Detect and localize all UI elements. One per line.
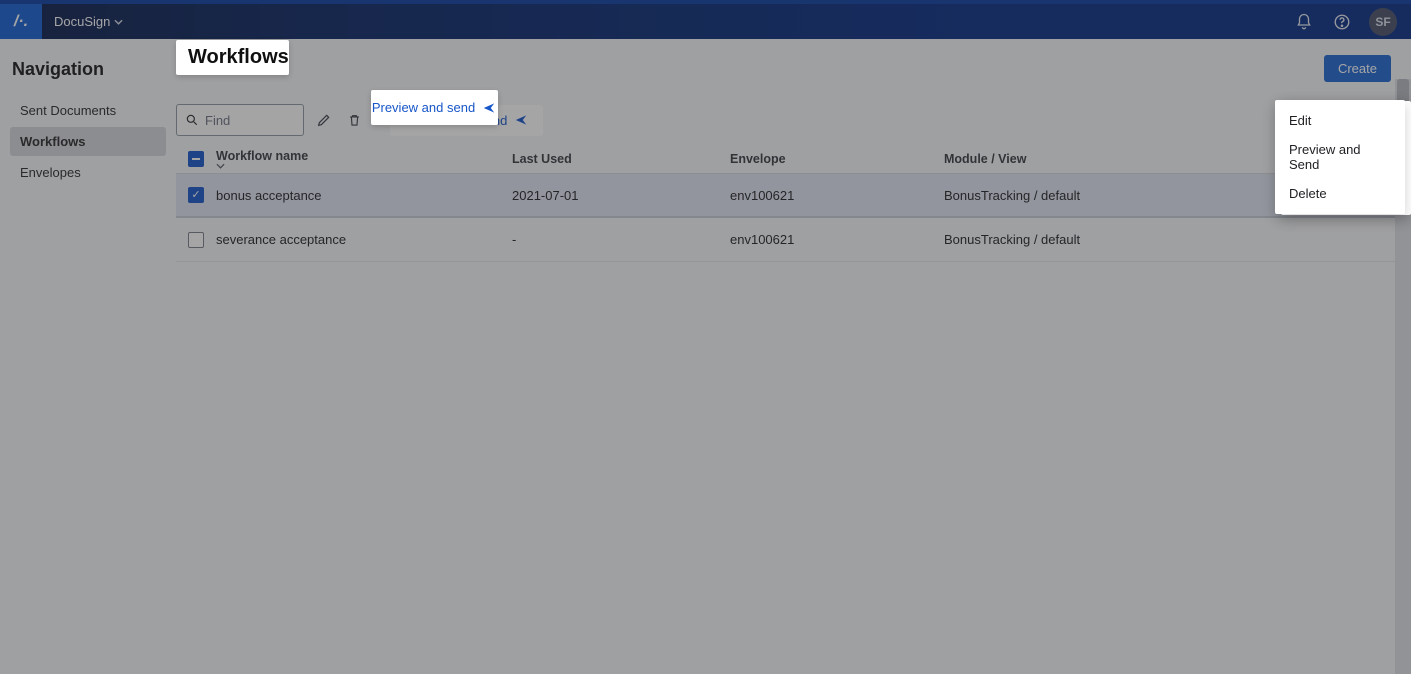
top-bar: /·. DocuSign SF xyxy=(0,0,1411,39)
bell-icon[interactable] xyxy=(1293,11,1315,33)
col-label: Module / View xyxy=(944,152,1026,166)
sidebar-title: Navigation xyxy=(12,59,164,80)
sidebar: Navigation Sent Documents Workflows Enve… xyxy=(0,39,176,674)
app-name: DocuSign xyxy=(54,14,110,29)
cell-module-view: BonusTracking / default xyxy=(944,188,1304,203)
ctx-label: Delete xyxy=(1289,186,1327,201)
app-logo[interactable]: /·. xyxy=(0,4,42,39)
content-area: Workflows Create Preview and send xyxy=(176,39,1411,674)
search-box[interactable] xyxy=(176,104,304,136)
chevron-down-icon xyxy=(216,163,512,169)
ctx-label: Edit xyxy=(1289,113,1311,128)
preview-send-highlight-text: Preview and send xyxy=(372,100,475,115)
body: Navigation Sent Documents Workflows Enve… xyxy=(0,39,1411,674)
ctx-label: Preview and Send xyxy=(1289,142,1361,172)
cell-envelope: env100621 xyxy=(730,232,944,247)
app-selector[interactable]: DocuSign xyxy=(42,14,135,29)
search-input[interactable] xyxy=(205,113,295,128)
table-row[interactable]: severance acceptance - env100621 BonusTr… xyxy=(176,218,1395,262)
col-label: Last Used xyxy=(512,152,572,166)
send-icon xyxy=(481,101,497,115)
table-row[interactable]: ✓ bonus acceptance 2021-07-01 env100621 … xyxy=(176,174,1395,218)
search-icon xyxy=(185,113,199,127)
row-checkbox[interactable] xyxy=(188,232,204,248)
cell-name: severance acceptance xyxy=(216,232,512,247)
logo-glyph: /·. xyxy=(14,13,28,31)
sidebar-item-workflows[interactable]: Workflows xyxy=(10,127,166,156)
create-button[interactable]: Create xyxy=(1324,55,1391,82)
cell-module-view: BonusTracking / default xyxy=(944,232,1304,247)
col-envelope[interactable]: Envelope xyxy=(730,152,944,166)
sidebar-item-envelopes[interactable]: Envelopes xyxy=(10,158,166,187)
table-header: Workflow name Last Used Envelope Module … xyxy=(176,144,1395,174)
col-label: Envelope xyxy=(730,152,786,166)
highlight-preview-send: Preview and send xyxy=(371,90,498,125)
avatar-initials: SF xyxy=(1375,15,1390,29)
highlight-page-title: Workflows xyxy=(176,40,289,75)
col-module-view[interactable]: Module / View xyxy=(944,152,1304,166)
cell-last-used: - xyxy=(512,232,730,247)
avatar[interactable]: SF xyxy=(1369,8,1397,36)
row-context-menu-overlay: Edit Preview and Send Delete xyxy=(1275,100,1405,214)
ctx-delete[interactable]: Delete xyxy=(1275,179,1405,208)
cell-envelope: env100621 xyxy=(730,188,944,203)
page-header: Workflows Create xyxy=(176,51,1395,86)
sidebar-item-label: Envelopes xyxy=(20,165,81,180)
select-all-checkbox[interactable] xyxy=(188,151,204,167)
chevron-down-icon xyxy=(114,19,123,25)
workflows-table: Workflow name Last Used Envelope Module … xyxy=(176,144,1395,262)
col-last-used[interactable]: Last Used xyxy=(512,152,730,166)
col-label: Workflow name xyxy=(216,149,308,163)
send-icon xyxy=(513,113,529,127)
row-checkbox[interactable]: ✓ xyxy=(188,187,204,203)
create-button-label: Create xyxy=(1338,61,1377,76)
delete-icon[interactable] xyxy=(344,110,364,130)
sidebar-item-label: Workflows xyxy=(20,134,86,149)
ctx-preview-send[interactable]: Preview and Send xyxy=(1275,135,1405,179)
sidebar-item-label: Sent Documents xyxy=(20,103,116,118)
sidebar-item-sent-documents[interactable]: Sent Documents xyxy=(10,96,166,125)
cell-last-used: 2021-07-01 xyxy=(512,188,730,203)
topbar-right: SF xyxy=(1293,8,1397,36)
ctx-edit[interactable]: Edit xyxy=(1275,106,1405,135)
page-title-highlight-text: Workflows xyxy=(188,46,289,69)
cell-name: bonus acceptance xyxy=(216,188,512,203)
edit-icon[interactable] xyxy=(314,110,334,130)
help-icon[interactable] xyxy=(1331,11,1353,33)
toolbar: Preview and send xyxy=(176,104,1395,136)
col-workflow-name[interactable]: Workflow name xyxy=(216,149,512,169)
